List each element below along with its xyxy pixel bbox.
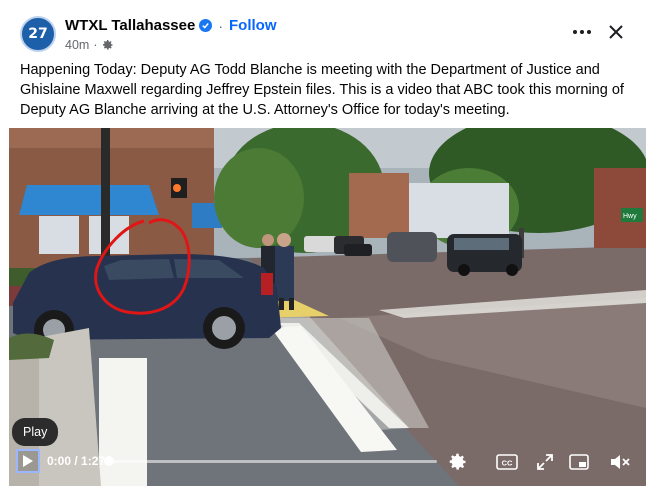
street-sign-text: Hwy [623,213,637,220]
video-frame: Hwy [9,128,646,486]
fullscreen-icon[interactable] [534,451,556,473]
scrub-handle[interactable] [104,456,114,466]
facebook-post-card: 27 WTXL Tallahassee · Follow 40m · Happe… [0,0,652,493]
volume-muted-icon[interactable] [609,451,631,473]
progress-bar[interactable] [107,460,437,463]
separator-dot: · [218,17,223,34]
cc-label: CC [502,459,513,468]
play-icon[interactable] [16,449,40,473]
post-meta: 40m · [65,38,114,52]
page-avatar[interactable]: 27 [20,16,56,52]
more-horizontal-icon[interactable] [570,20,594,44]
post-timestamp[interactable]: 40m [65,38,89,52]
page-name[interactable]: WTXL Tallahassee [65,17,195,34]
settings-gear-icon[interactable] [447,451,469,473]
meta-separator: · [93,38,98,52]
post-header: 27 WTXL Tallahassee · Follow 40m · [20,14,632,56]
post-text: Happening Today: Deputy AG Todd Blanche … [20,62,624,118]
video-controls: 0:00 / 1:27 CC [9,440,646,486]
page-name-row: WTXL Tallahassee · Follow [65,17,277,34]
picture-in-picture-icon[interactable] [568,451,590,473]
verified-badge-icon [199,19,213,32]
avatar-text: 27 [28,26,48,42]
follow-button[interactable]: Follow [229,17,277,34]
closed-captions-icon[interactable]: CC [494,451,520,473]
close-icon[interactable] [604,20,628,44]
time-display: 0:00 / 1:27 [47,454,106,468]
video-player[interactable]: Hwy Play 0:00 / 1:27 CC [9,128,646,486]
gear-icon[interactable] [102,39,114,51]
